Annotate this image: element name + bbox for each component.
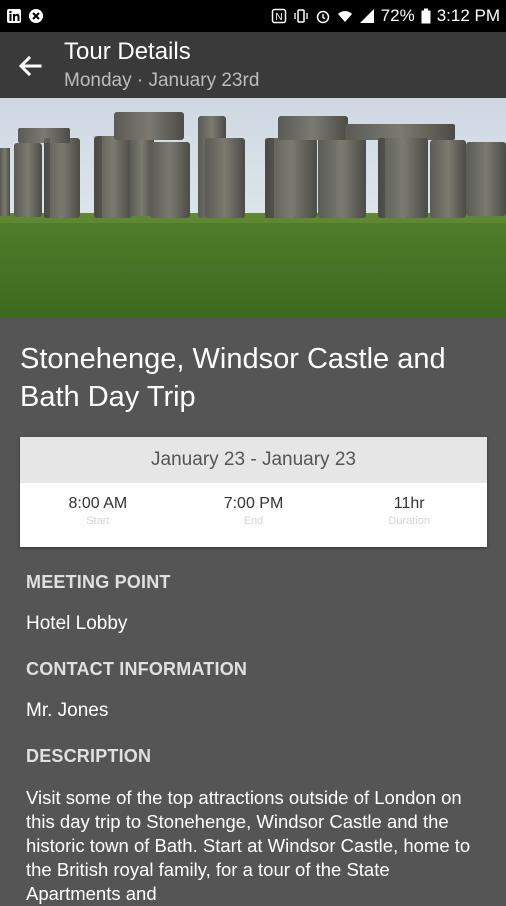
description-heading: DESCRIPTION (26, 746, 152, 766)
vibrate-icon (294, 9, 308, 23)
end-time-value: 7:00 PM (223, 495, 284, 512)
date-range: January 23 - January 23 (20, 437, 487, 483)
clock-time: 3:12 PM (436, 6, 500, 25)
stonehenge-photo (0, 98, 506, 318)
meeting-point-value: Hotel Lobby (26, 613, 128, 634)
duration-label: Duration (388, 515, 430, 527)
tour-title: Stonehenge, Windsor Castle and Bath Day … (20, 343, 446, 413)
wifi-icon (337, 11, 352, 22)
start-time-value: 8:00 AM (68, 495, 128, 512)
battery-icon (421, 8, 431, 24)
contact-value: Mr. Jones (26, 700, 109, 721)
svg-text:N: N (275, 12, 282, 23)
page-title: Tour Details (64, 38, 191, 65)
arrow-back-icon[interactable] (14, 50, 46, 82)
end-time-label: End (243, 515, 264, 527)
signal-icon (359, 9, 374, 23)
linkedin-icon (7, 9, 21, 23)
meeting-point-heading: MEETING POINT (26, 572, 171, 592)
contact-heading: CONTACT INFORMATION (26, 659, 248, 679)
description-text: Visit some of the top attractions outsid… (26, 787, 471, 904)
battery-percent: 72% (380, 6, 415, 25)
schedule-card: January 23 - January 23 8:00 AM Start 7:… (20, 437, 487, 547)
status-bar: N 72% 3:12 PM (0, 0, 506, 32)
duration: 11hr Duration (331, 483, 487, 547)
alarm-icon (316, 10, 329, 24)
duration-value: 11hr (393, 495, 425, 512)
app-icon (29, 9, 43, 23)
nfc-icon: N (271, 8, 286, 24)
start-time: 8:00 AM Start (20, 483, 176, 547)
start-time-label: Start (86, 515, 110, 527)
page-subtitle: Monday · January 23rd (64, 70, 260, 91)
app-bar: Tour Details Monday · January 23rd (0, 32, 506, 98)
end-time: 7:00 PM End (176, 483, 332, 547)
